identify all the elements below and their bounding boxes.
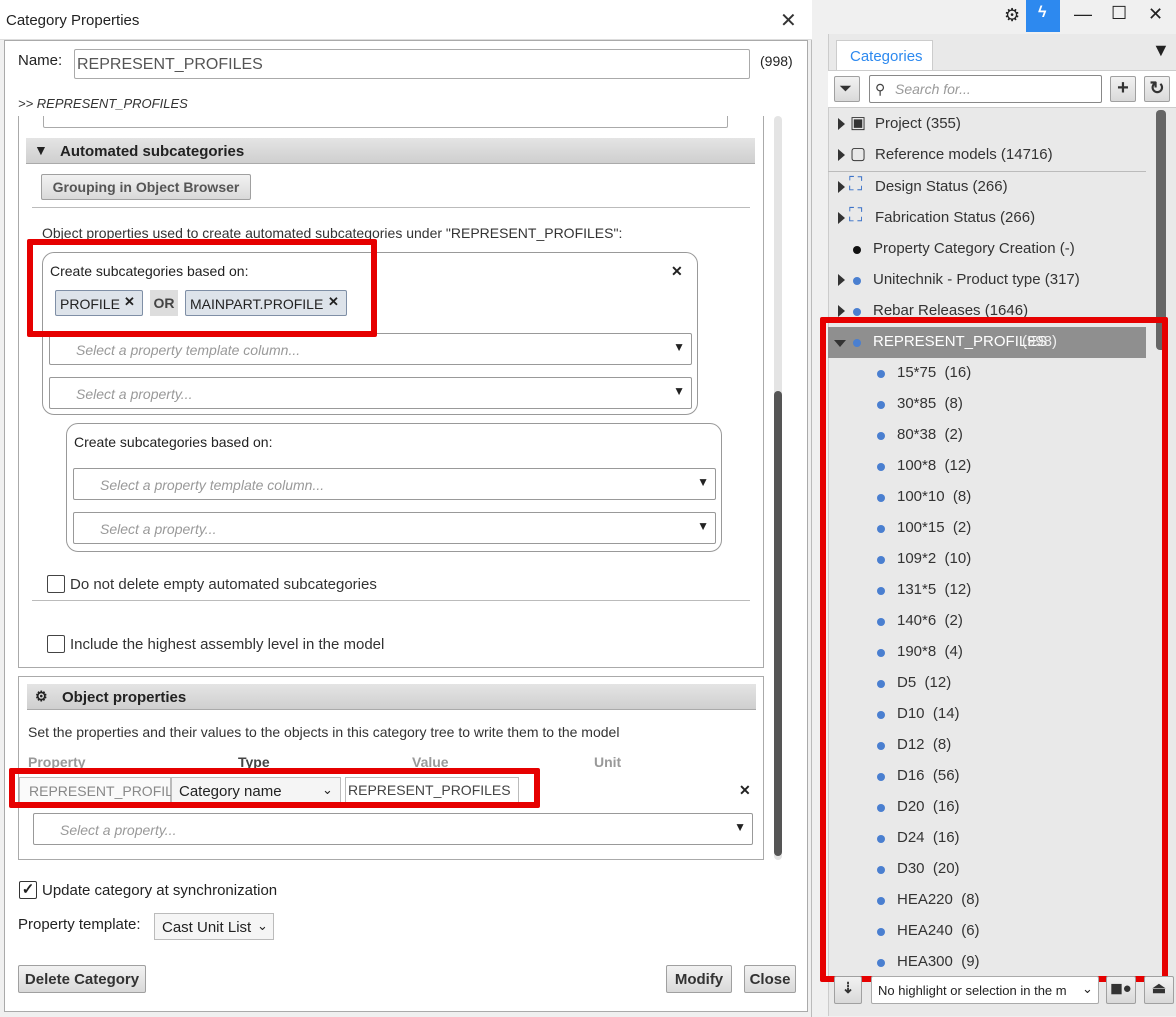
eject-button[interactable]: ⏏ (1144, 976, 1174, 1004)
close-icon[interactable]: ✕ (1148, 4, 1163, 25)
remove-group-icon[interactable]: ✕ (671, 263, 683, 280)
chevron-down-icon: ⌄ (1082, 981, 1093, 996)
cube-icon: ▣ (850, 113, 867, 132)
node-square-icon: ⛶ (849, 205, 863, 226)
expand-icon[interactable] (838, 118, 845, 130)
auto-sub-header: ▼ Automated subcategories (26, 138, 755, 164)
expand-icon[interactable] (838, 274, 845, 286)
auto-sub-title: Automated subcategories (60, 143, 245, 160)
shapes-icon: ◼● (1110, 980, 1132, 997)
group2-label: Create subcategories based on: (74, 434, 273, 450)
refresh-icon: ↻ (1149, 78, 1165, 98)
collapse-all-button[interactable]: ⏷ (834, 76, 860, 102)
tree-scrollbar-thumb[interactable] (1156, 110, 1166, 350)
no-delete-checkbox[interactable] (47, 575, 65, 593)
black-dot-icon (853, 246, 861, 254)
divider (32, 600, 750, 601)
add-property-select[interactable]: Select a property... ▼ (33, 813, 753, 845)
gear-icon: ⚙ (35, 688, 48, 704)
tree-item-design-status[interactable]: ⛶ Design Status (266) (828, 172, 1146, 203)
filter-icon: ▼ (34, 142, 48, 158)
gear-icon[interactable]: ⚙ (1004, 5, 1020, 26)
categories-panel: ⚙ ϟ — ☐ ✕ Categories ▼ ⏷ ⚲ Search for...… (812, 0, 1176, 1017)
pin-button[interactable]: ϟ (1026, 0, 1060, 32)
name-count: (998) (760, 53, 793, 69)
scrollbar-thumb[interactable] (774, 391, 782, 856)
name-value: REPRESENT_PROFILES (77, 56, 263, 73)
property-select-1[interactable]: Select a property... ▼ (49, 377, 692, 409)
chevron-down-icon: ▼ (673, 384, 685, 398)
object-properties-title: Object properties (62, 689, 187, 706)
update-sync-checkbox[interactable]: ✓ (19, 881, 37, 899)
minimize-icon[interactable]: — (1074, 4, 1092, 25)
close-icon[interactable]: ✕ (780, 8, 797, 33)
close-button[interactable]: Close (744, 965, 796, 993)
expand-icon[interactable] (838, 305, 845, 317)
tree-item-fabrication-status[interactable]: ⛶ Fabrication Status (266) (828, 203, 1146, 234)
property-select-2[interactable]: Select a property... ▼ (73, 512, 716, 544)
search-icon: ⚲ (875, 81, 886, 97)
include-highest-checkbox[interactable] (47, 635, 65, 653)
blue-dot-icon (853, 308, 861, 316)
object-properties-description: Set the properties and their values to t… (28, 724, 620, 740)
dialog-title: Category Properties (6, 12, 140, 29)
plus-icon: + (1117, 77, 1129, 99)
filter-field-partial[interactable] (43, 116, 728, 128)
highlight-box (27, 239, 377, 337)
maximize-icon[interactable]: ☐ (1111, 3, 1127, 24)
chevron-down-icon: ⌄ (257, 918, 268, 933)
expand-icon[interactable] (838, 212, 845, 224)
modify-button[interactable]: Modify (666, 965, 732, 993)
cube-outline-icon: ▢ (850, 144, 867, 163)
window-controls: ⚙ ϟ — ☐ ✕ (812, 0, 1176, 32)
subcategory-group-2: Create subcategories based on: Select a … (66, 423, 722, 552)
eject-icon: ⏏ (1151, 980, 1167, 997)
collapse-icon: ⏷ (840, 80, 852, 96)
highlight-mode-select[interactable]: No highlight or selection in the m ⌄ (871, 976, 1099, 1004)
tree-item-property-category[interactable]: Property Category Creation (-) (828, 234, 1146, 265)
update-sync-label: Update category at synchronization (42, 882, 278, 899)
tree-item-unitechnik[interactable]: Unitechnik - Product type (317) (828, 265, 1146, 296)
breadcrumb: >> REPRESENT_PROFILES (18, 96, 188, 111)
tab-categories[interactable]: Categories (836, 40, 933, 71)
search-input[interactable]: ⚲ Search for... (869, 75, 1102, 103)
chevron-down-icon: ▼ (697, 519, 709, 533)
grouping-button[interactable]: Grouping in Object Browser (41, 174, 251, 200)
name-label: Name: (18, 52, 63, 69)
refresh-button[interactable]: ↻ (1144, 76, 1170, 102)
scrollbar[interactable] (772, 116, 784, 860)
export-button[interactable]: ⇣ (834, 976, 862, 1004)
panel-menu-icon[interactable]: ▼ (1152, 40, 1170, 61)
chevron-down-icon: ▼ (734, 820, 746, 834)
template-label: Property template: (18, 916, 141, 933)
expand-icon[interactable] (838, 181, 845, 193)
expand-icon[interactable] (838, 149, 845, 161)
chevron-down-icon: ▼ (697, 475, 709, 489)
properties-scroll-area: ▼ Automated subcategories Grouping in Ob… (18, 116, 766, 860)
blue-dot-icon (853, 277, 861, 285)
col-unit: Unit (594, 754, 622, 770)
highlight-box (9, 768, 540, 808)
column-select-2[interactable]: Select a property template column... ▼ (73, 468, 716, 500)
include-highest-label: Include the highest assembly level in th… (70, 636, 385, 653)
divider (32, 207, 750, 208)
shapes-button[interactable]: ◼● (1106, 976, 1136, 1004)
tree-item-reference-models[interactable]: ▢ Reference models (14716) (828, 140, 1146, 171)
template-select[interactable]: Cast Unit List ⌄ (154, 913, 274, 940)
lightning-icon: ϟ (1038, 4, 1047, 21)
no-delete-label: Do not delete empty automated subcategor… (70, 576, 377, 593)
chevron-down-icon: ▼ (673, 340, 685, 354)
highlight-box (820, 317, 1168, 982)
remove-row-icon[interactable]: ✕ (739, 782, 751, 799)
object-properties-header: ⚙ Object properties (27, 684, 756, 710)
dialog-titlebar: Category Properties ✕ (0, 0, 812, 40)
tree-item-project[interactable]: ▣ Project (355) (828, 109, 1146, 140)
name-input[interactable]: REPRESENT_PROFILES (74, 49, 750, 79)
add-category-button[interactable]: + (1110, 76, 1136, 102)
category-properties-dialog: Category Properties ✕ Name: REPRESENT_PR… (0, 0, 812, 1017)
column-select-1[interactable]: Select a property template column... ▼ (49, 333, 692, 365)
delete-category-button[interactable]: Delete Category (18, 965, 146, 993)
node-square-icon: ⛶ (849, 174, 863, 195)
download-icon: ⇣ (841, 980, 855, 997)
